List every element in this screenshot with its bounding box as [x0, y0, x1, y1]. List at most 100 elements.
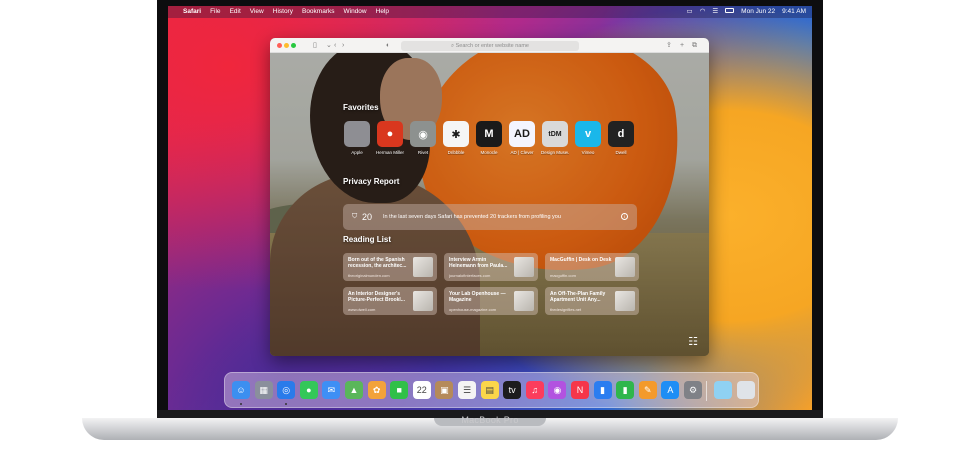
podcasts-icon[interactable]: ◉	[548, 381, 567, 399]
favorite-label: Vimeo	[581, 150, 595, 155]
news-icon[interactable]: N	[571, 381, 589, 399]
running-indicator	[285, 403, 288, 405]
safari-icon[interactable]: ◎	[277, 381, 296, 399]
share-icon[interactable]: ⇪	[666, 40, 672, 51]
notes-icon[interactable]: ▤	[480, 381, 499, 399]
favorite-item[interactable]: ✱ Dribbble	[442, 121, 470, 155]
favorite-item[interactable]: Apple	[343, 121, 371, 155]
favorite-item[interactable]: tDM Design Museum	[541, 121, 569, 155]
menu-window[interactable]: Window	[344, 6, 367, 18]
calendar-icon[interactable]: 22	[412, 381, 431, 399]
laptop-brand-label: MacBook Pro	[461, 415, 519, 425]
menu-file[interactable]: File	[210, 6, 220, 18]
finder-icon[interactable]: ☺	[232, 381, 250, 399]
favorite-icon: ●	[377, 121, 403, 147]
contacts-icon[interactable]: ▣	[435, 381, 454, 399]
downloads-folder-icon[interactable]	[714, 381, 732, 399]
messages-icon[interactable]: ●	[299, 381, 318, 399]
pages-icon[interactable]: ✎	[638, 381, 657, 399]
menu-help[interactable]: Help	[376, 6, 389, 18]
favorites-heading: Favorites	[343, 103, 379, 112]
screen-mirroring-icon[interactable]: ▭	[687, 6, 693, 18]
keynote-icon[interactable]: ▮	[593, 381, 612, 399]
dock: ☺ ▦ ◎ ● ✉ ▲ ✿ ■ 22 ▣ ☰ ▤ tv ♫ ◉ N ▮ ▮ ✎ A ⚙	[224, 372, 759, 408]
trash-icon[interactable]	[736, 381, 755, 399]
favorite-label: Rivet	[417, 150, 429, 155]
menu-date[interactable]: Mon Jun 22	[741, 6, 775, 18]
menu-edit[interactable]: Edit	[230, 6, 241, 18]
system-preferences-icon[interactable]: ⚙	[684, 381, 702, 399]
favorite-label: Monocle	[480, 150, 498, 155]
app-store-icon[interactable]: A	[661, 381, 680, 399]
favorite-label: Herman Miller	[376, 150, 404, 155]
address-bar[interactable]: ⌕ Search or enter website name	[401, 40, 579, 51]
favorite-item[interactable]: d Dwell	[607, 121, 635, 155]
favorite-item[interactable]: M Monocle	[475, 121, 503, 155]
numbers-icon[interactable]: ▮	[616, 381, 635, 399]
photos-icon[interactable]: ✿	[367, 381, 386, 399]
favorite-item[interactable]: v Vimeo	[574, 121, 602, 155]
favorite-label: Apple	[351, 150, 363, 155]
reading-list-site: thedesignfiles.net	[550, 307, 582, 312]
reading-list-item[interactable]: Your Lab Openhouse — Magazine openhouse-m…	[444, 287, 538, 315]
info-icon[interactable]: i	[621, 213, 628, 220]
window-close-button[interactable]	[277, 43, 282, 48]
privacy-report-heading: Privacy Report	[343, 177, 400, 186]
reminders-icon[interactable]: ☰	[458, 381, 476, 399]
menu-time[interactable]: 9:41 AM	[782, 6, 806, 18]
reading-list-heading: Reading List	[343, 235, 392, 244]
sidebar-toggle-icon[interactable]: ▯	[313, 40, 317, 51]
favorite-item[interactable]: AD AD | Clever	[508, 121, 536, 155]
tracker-count: 20	[362, 212, 373, 222]
favorite-icon	[344, 121, 370, 147]
menu-view[interactable]: View	[250, 6, 264, 18]
wifi-icon[interactable]: ◠	[700, 6, 706, 18]
favorite-label: Dwell	[615, 150, 627, 155]
music-icon[interactable]: ♫	[525, 381, 544, 399]
start-page-background: Favorites Apple ● Herman Miller ◉ Rivet ✱ Drib…	[270, 53, 709, 356]
reading-list-title: Born out of the Spanish recession, the a…	[348, 257, 407, 269]
facetime-icon[interactable]: ■	[390, 381, 409, 399]
launchpad-icon[interactable]: ▦	[254, 381, 273, 399]
menu-app-name[interactable]: Safari	[183, 6, 201, 18]
control-center-icon[interactable]: ☰	[712, 6, 718, 18]
window-zoom-button[interactable]	[291, 43, 296, 48]
favorite-icon: ✱	[443, 121, 469, 147]
shield-icon: ⛉	[352, 213, 358, 220]
dock-divider	[706, 381, 707, 401]
forward-icon[interactable]: ›	[342, 40, 344, 51]
favorite-item[interactable]: ● Herman Miller	[376, 121, 404, 155]
reading-list-item[interactable]: An Off-The-Plan Family Apartment Unit An…	[545, 287, 639, 315]
window-minimize-button[interactable]	[284, 43, 289, 48]
reading-list-item[interactable]: Born out of the Spanish recession, the a…	[343, 253, 437, 281]
menu-bar: Safari File Edit View History Bookmarks …	[168, 6, 812, 18]
back-icon[interactable]: ‹	[334, 40, 336, 51]
reading-list-thumbnail	[514, 291, 534, 311]
safari-window: ▯ ⌄ ‹ › ◐ ⌕ Search or enter website name…	[270, 38, 709, 356]
reading-list-site: theoriginalmunden.com	[348, 273, 390, 278]
privacy-report-card[interactable]: ⛉ 20 In the last seven days Safari has p…	[343, 204, 637, 230]
menu-bookmarks[interactable]: Bookmarks	[302, 6, 335, 18]
favorite-icon: AD	[509, 121, 535, 147]
reading-list-site: macguffin.com	[550, 273, 576, 278]
new-tab-icon[interactable]: +	[680, 40, 684, 51]
menu-history[interactable]: History	[273, 6, 293, 18]
maps-icon[interactable]: ▲	[345, 381, 363, 399]
apple-tv-icon[interactable]: tv	[503, 381, 522, 399]
favorite-icon: M	[476, 121, 502, 147]
reading-list-title: MacGuffin | Desk on Desk	[550, 257, 612, 263]
menu-bar-status-area: ▭ ◠ ☰ Mon Jun 22 9:41 AM	[680, 6, 806, 18]
chevron-down-icon[interactable]: ⌄	[326, 40, 332, 51]
favorite-item[interactable]: ◉ Rivet	[409, 121, 437, 155]
address-placeholder: Search or enter website name	[455, 42, 529, 49]
battery-icon[interactable]	[725, 6, 735, 18]
mail-icon[interactable]: ✉	[322, 381, 341, 399]
reading-list-item[interactable]: An Interior Designer's Picture-Perfect B…	[343, 287, 437, 315]
tab-overview-icon[interactable]: ⧉	[692, 40, 697, 51]
reading-list-thumbnail	[413, 257, 433, 277]
start-page-settings-icon[interactable]: ☷	[686, 335, 700, 349]
reading-list-thumbnail	[413, 291, 433, 311]
reading-list-item[interactable]: Interview Armin Heinemann from Paula... j…	[444, 253, 538, 281]
privacy-shield-icon[interactable]: ◐	[386, 40, 390, 51]
reading-list-item[interactable]: MacGuffin | Desk on Desk macguffin.com	[545, 253, 639, 281]
